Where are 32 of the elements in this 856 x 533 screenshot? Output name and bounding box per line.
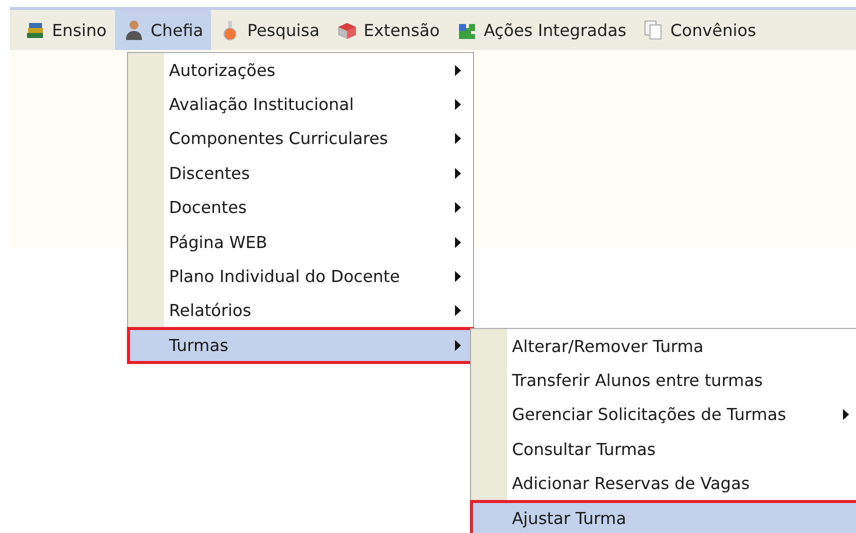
menu-item[interactable]: Ajustar Turma [471,500,856,533]
menu-item[interactable]: Consultar Turmas [471,432,856,467]
submenu-arrow-icon [455,305,461,316]
menu-bar-item[interactable]: Extensão [328,10,448,50]
submenu-arrow-icon [455,236,461,248]
menu-item[interactable]: Gerenciar Solicitações de Turmas [471,398,856,432]
menu-item[interactable]: Discentes [128,156,473,191]
submenu-arrow-icon [455,202,461,214]
menu-bar-item[interactable]: Ações Integradas [448,10,634,50]
menu-item[interactable]: Turmas [128,328,473,363]
menu-item[interactable]: Relatórios [128,294,473,328]
menu-item[interactable]: Adicionar Reservas de Vagas [471,466,856,501]
menu-bar-item[interactable]: Pesquisa [211,10,328,50]
menu-item[interactable]: Página WEB [128,224,473,260]
menu-item[interactable]: Plano Individual do Docente [128,259,473,294]
submenu-arrow-icon [455,168,461,179]
menu-item[interactable]: Alterar/Remover Turma [471,329,856,364]
menu-item[interactable]: Avaliação Institucional [128,87,473,122]
menu-bar-item[interactable]: Ensino [16,10,115,50]
menu-bar-item[interactable]: Convênios [634,10,764,50]
menu-item[interactable]: Docentes [128,190,473,225]
submenu-arrow-icon [455,133,461,144]
submenu-arrow-icon [455,271,461,282]
menu-item[interactable]: Componentes Curriculares [128,122,473,156]
menu-item[interactable]: Transferir Alunos entre turmas [471,363,856,398]
pages-icon [642,19,664,41]
submenu-arrow-icon [843,409,849,420]
menu-item[interactable]: Autorizações [128,53,473,88]
submenu-arrow-icon [455,64,461,76]
submenu-arrow-icon [455,99,461,110]
menu-bar-item[interactable]: Chefia [114,10,212,50]
submenu-arrow-icon [455,340,461,351]
